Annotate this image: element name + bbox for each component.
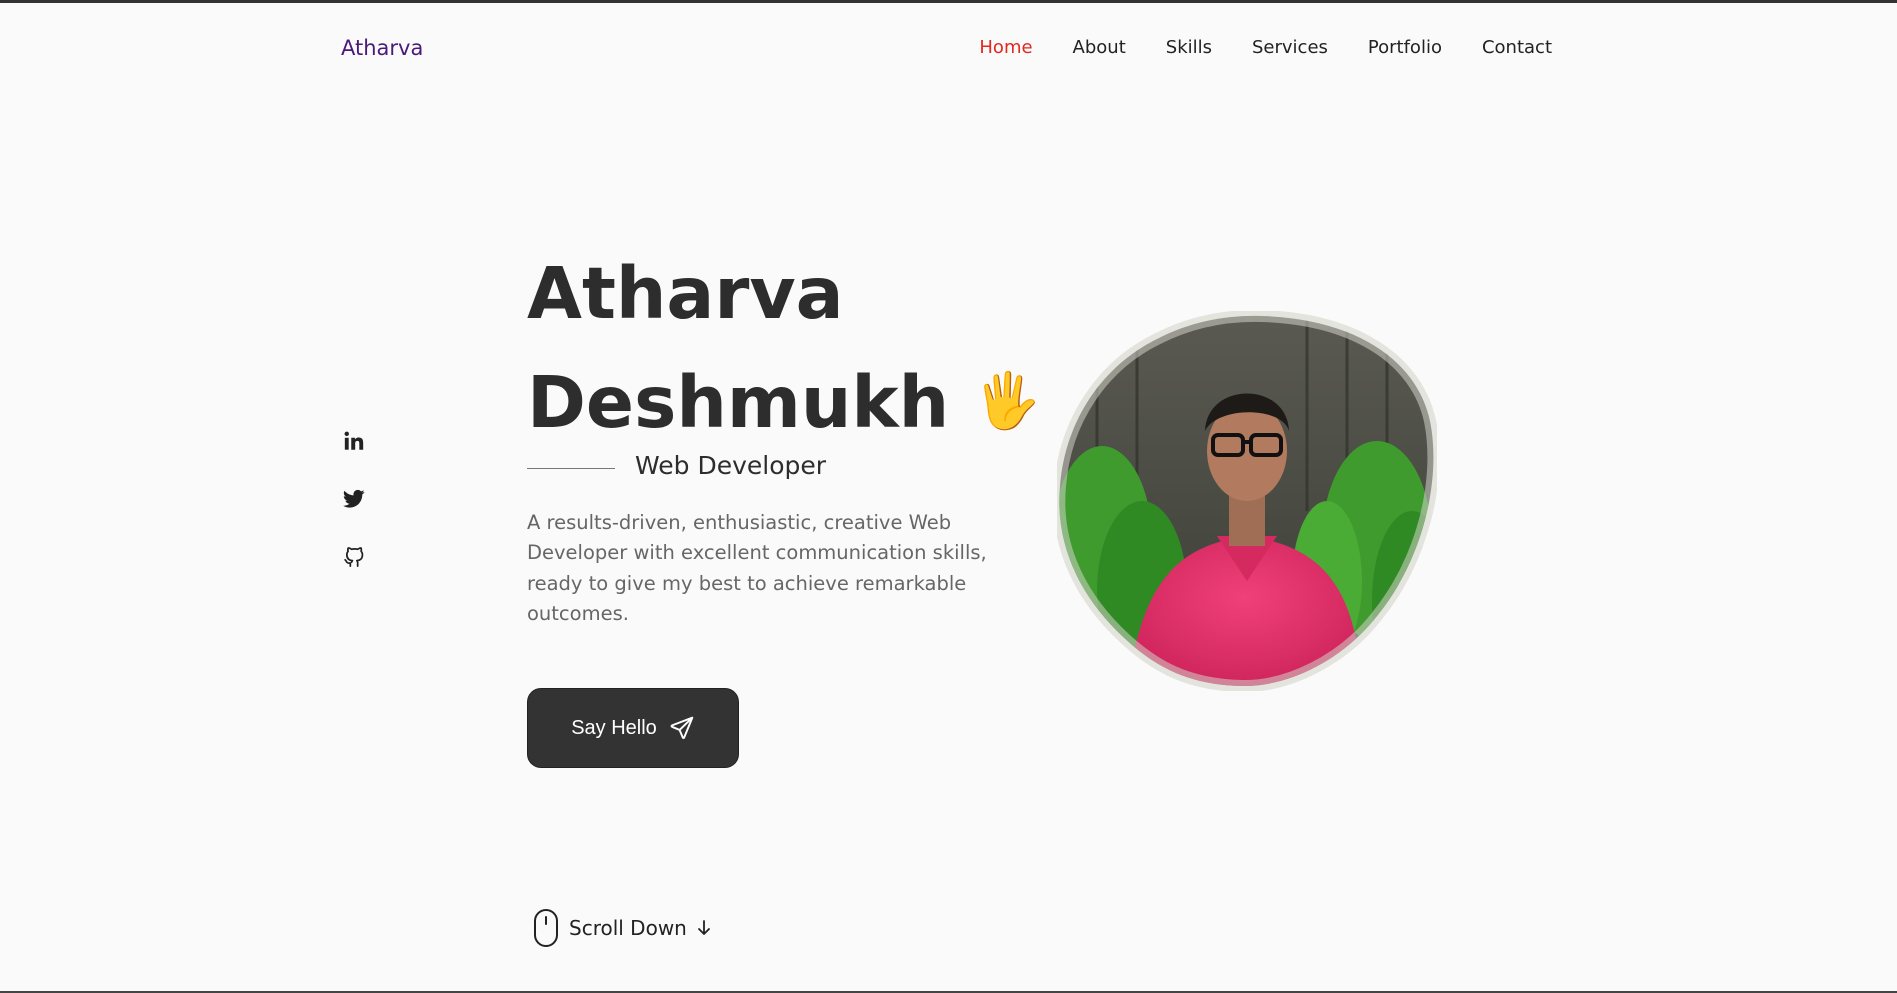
nav-skills[interactable]: Skills bbox=[1166, 37, 1212, 58]
github-icon bbox=[344, 547, 364, 568]
hero-name: Atharva Deshmukh 🖐 bbox=[527, 240, 1047, 456]
say-hello-label: Say Hello bbox=[571, 716, 657, 739]
linkedin-link[interactable] bbox=[342, 428, 366, 454]
hero-subtitle: Web Developer bbox=[635, 451, 827, 480]
linkedin-icon bbox=[344, 431, 364, 450]
twitter-link[interactable] bbox=[342, 486, 366, 512]
github-link[interactable] bbox=[342, 544, 366, 570]
main-nav: Home About Skills Services Portfolio Con… bbox=[979, 37, 1552, 58]
nav-portfolio[interactable]: Portfolio bbox=[1368, 37, 1442, 58]
send-icon bbox=[670, 716, 694, 739]
nav-services[interactable]: Services bbox=[1252, 37, 1328, 58]
twitter-icon bbox=[343, 489, 365, 508]
social-links bbox=[342, 428, 366, 570]
nav-home[interactable]: Home bbox=[979, 37, 1032, 58]
profile-photo bbox=[1057, 311, 1437, 691]
say-hello-button[interactable]: Say Hello bbox=[527, 688, 739, 768]
site-header: Atharva Home About Skills Services Portf… bbox=[0, 0, 1897, 96]
scroll-down-link[interactable]: Scroll Down bbox=[533, 908, 711, 948]
waving-hand-icon: 🖐 bbox=[973, 369, 1042, 432]
subtitle-divider bbox=[527, 468, 615, 469]
hero-last-name: Deshmukh bbox=[527, 361, 950, 444]
scroll-down-label: Scroll Down bbox=[569, 916, 687, 940]
arrow-down-icon bbox=[697, 920, 710, 935]
hero-first-name: Atharva bbox=[527, 252, 844, 335]
logo-link[interactable]: Atharva bbox=[341, 36, 423, 60]
nav-about[interactable]: About bbox=[1073, 37, 1126, 58]
mouse-icon bbox=[534, 909, 558, 947]
hero-description: A results-driven, enthusiastic, creative… bbox=[527, 511, 987, 625]
nav-contact[interactable]: Contact bbox=[1482, 37, 1552, 58]
